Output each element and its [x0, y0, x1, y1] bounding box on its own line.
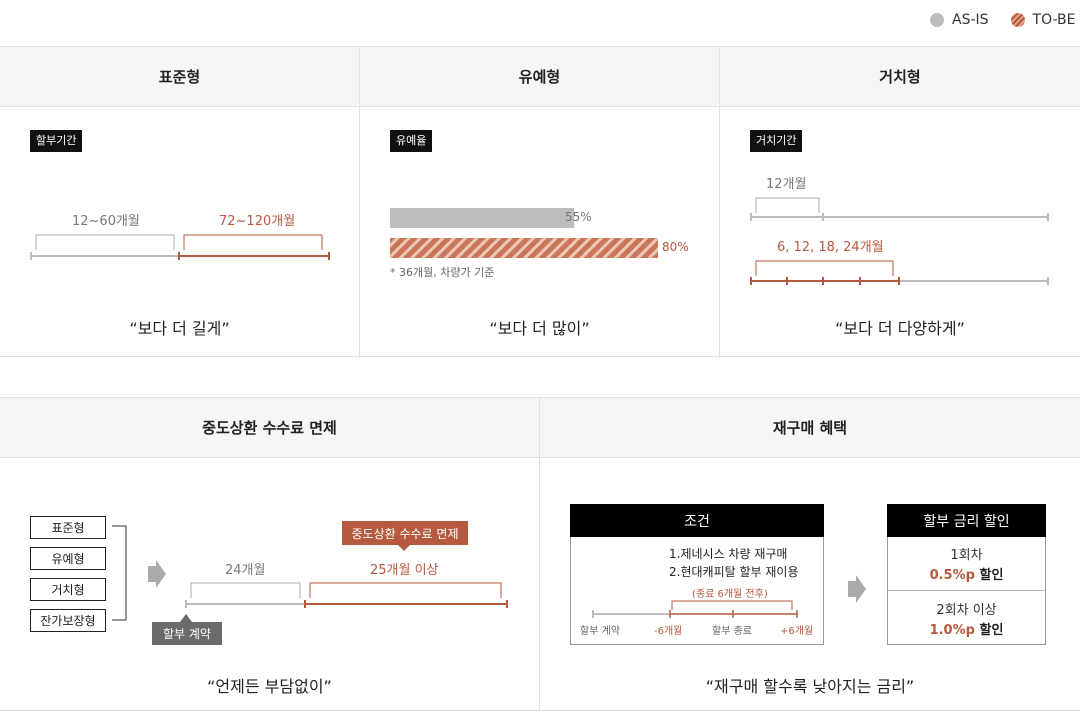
repurchase-quote: “재구매 할수록 낮아지는 금리”: [705, 677, 915, 696]
second-round-value: 1.0%p: [929, 623, 975, 638]
timeline-end: 할부 종료: [712, 626, 752, 637]
timeline-contract: 할부 계약: [580, 626, 620, 637]
discount-title: 할부 금리 할인: [887, 504, 1046, 537]
second-round-discount: 1.0%p 할인: [887, 619, 1046, 638]
divider: [888, 590, 1045, 591]
arrow-right-icon: [848, 575, 866, 603]
first-round-value: 0.5%p: [929, 568, 975, 583]
timeline-minus6: -6개월: [654, 626, 683, 637]
second-round-label: 2회차 이상: [936, 603, 997, 618]
timeline-plus6: +6개월: [780, 626, 814, 637]
second-round-suffix: 할인: [979, 623, 1004, 638]
first-round-label: 1회차: [950, 548, 983, 563]
first-round-suffix: 할인: [979, 568, 1004, 583]
first-round-discount: 0.5%p 할인: [887, 564, 1046, 583]
